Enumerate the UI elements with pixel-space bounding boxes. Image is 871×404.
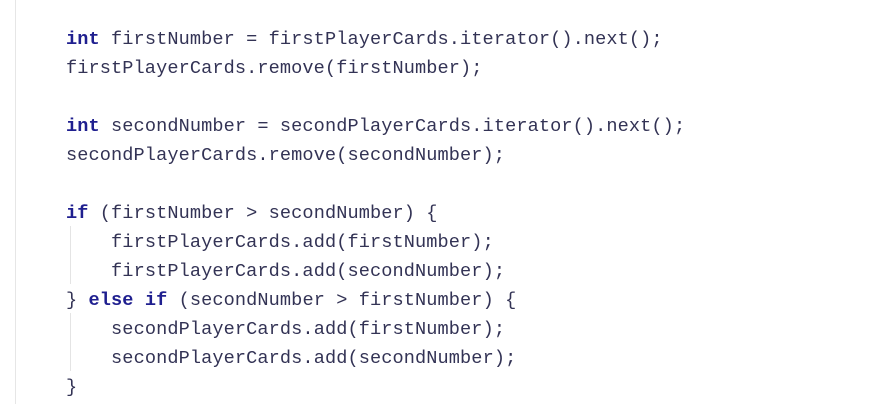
code-text: secondNumber = secondPlayerCards.iterato… — [99, 116, 686, 137]
code-text: secondPlayerCards.add(secondNumber); — [111, 348, 517, 369]
code-text: firstPlayerCards.add(firstNumber); — [111, 232, 494, 253]
code-line: } — [66, 373, 685, 402]
code-keyword: else if — [88, 290, 168, 311]
code-line: firstPlayerCards.add(firstNumber); — [66, 228, 685, 257]
code-line: secondPlayerCards.add(secondNumber); — [66, 344, 685, 373]
code-text: firstPlayerCards.add(secondNumber); — [111, 261, 506, 282]
code-line: int firstNumber = firstPlayerCards.itera… — [66, 25, 685, 54]
left-border — [15, 0, 16, 404]
code-keyword: int — [66, 116, 100, 137]
code-prefix: } — [66, 290, 89, 311]
code-block: int firstNumber = firstPlayerCards.itera… — [66, 25, 685, 402]
code-line: int secondNumber = secondPlayerCards.ite… — [66, 112, 685, 141]
code-line: secondPlayerCards.add(firstNumber); — [66, 315, 685, 344]
code-line: firstPlayerCards.add(secondNumber); — [66, 257, 685, 286]
code-editor: int firstNumber = firstPlayerCards.itera… — [0, 0, 871, 404]
code-text: } — [66, 377, 78, 398]
code-line: secondPlayerCards.remove(secondNumber); — [66, 141, 685, 170]
code-keyword: if — [66, 203, 89, 224]
code-keyword: int — [66, 29, 100, 50]
code-text: (firstNumber > secondNumber) { — [88, 203, 438, 224]
code-line: if (firstNumber > secondNumber) { — [66, 199, 685, 228]
code-text: (secondNumber > firstNumber) { — [167, 290, 517, 311]
code-text: firstPlayerCards.remove(firstNumber); — [66, 58, 483, 79]
code-line: firstPlayerCards.remove(firstNumber); — [66, 54, 685, 83]
code-text: secondPlayerCards.add(firstNumber); — [111, 319, 506, 340]
code-text: firstNumber = firstPlayerCards.iterator(… — [99, 29, 663, 50]
code-text: secondPlayerCards.remove(secondNumber); — [66, 145, 506, 166]
code-line: } else if (secondNumber > firstNumber) { — [66, 286, 685, 315]
